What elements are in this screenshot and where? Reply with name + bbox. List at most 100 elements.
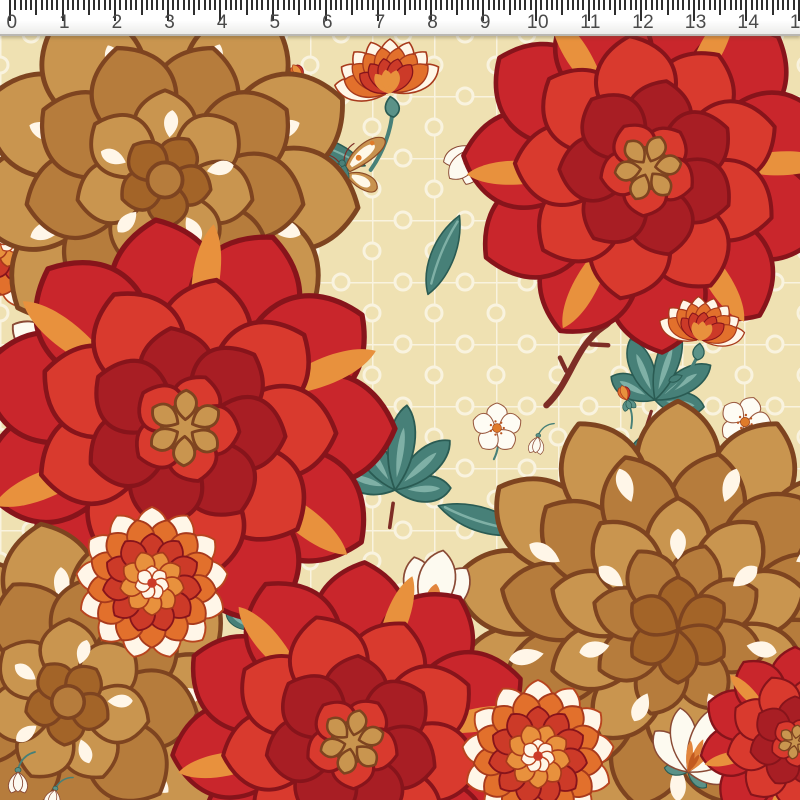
ruler-tick: [614, 0, 616, 15]
ruler-tick: [630, 0, 632, 10]
ruler-tick: [319, 0, 321, 10]
ruler-tick: [382, 0, 384, 10]
ruler-tick: [246, 0, 248, 15]
ruler-tick: [419, 0, 421, 10]
ruler-tick: [661, 0, 663, 10]
ruler-tick: [577, 0, 579, 10]
ruler-tick: [72, 0, 74, 10]
ruler-tick: [151, 0, 153, 10]
ruler-tick: [524, 0, 526, 10]
ruler-tick: [425, 0, 427, 10]
ruler-tick: [593, 0, 595, 10]
ruler-tick: [351, 0, 353, 15]
ruler-label: 7: [375, 13, 386, 32]
fabric-swatch-photo: 0123456789101112131415: [0, 0, 800, 800]
ruler-tick: [304, 0, 306, 10]
ruler-tick: [719, 0, 721, 15]
ruler-tick: [761, 0, 763, 10]
ruler-label: 8: [427, 13, 438, 32]
ruler-tick: [645, 0, 647, 10]
ruler-tick: [83, 0, 85, 10]
fabric-pattern: [0, 34, 800, 800]
ruler-tick: [393, 0, 395, 10]
ruler-tick: [735, 0, 737, 10]
ruler-tick: [561, 0, 563, 15]
ruler-label: 4: [217, 13, 228, 32]
ruler-tick: [656, 0, 658, 10]
ruler-tick: [488, 0, 490, 10]
ruler-tick: [361, 0, 363, 10]
ruler-tick: [146, 0, 148, 10]
ruler-tick: [256, 0, 258, 10]
ruler-tick: [51, 0, 53, 10]
ruler-tick: [162, 0, 164, 10]
ruler-tick: [793, 0, 795, 10]
ruler-tick: [556, 0, 558, 10]
ruler-tick: [251, 0, 253, 10]
ruler-tick: [756, 0, 758, 10]
ruler-tick: [414, 0, 416, 10]
ruler-tick: [309, 0, 311, 10]
ruler-tick: [88, 0, 90, 15]
ruler-tick: [519, 0, 521, 10]
ruler-tick: [782, 0, 784, 10]
ruler-tick: [672, 0, 674, 10]
ruler-tick: [135, 0, 137, 10]
ruler-tick: [624, 0, 626, 10]
ruler-tick: [35, 0, 37, 15]
ruler-label: 6: [322, 13, 333, 32]
ruler-tick: [572, 0, 574, 10]
ruler-tick: [724, 0, 726, 10]
ruler-tick: [225, 0, 227, 10]
ruler-tick: [677, 0, 679, 10]
ruler-tick: [540, 0, 542, 10]
ruler-tick: [156, 0, 158, 10]
ruler-tick: [56, 0, 58, 10]
ruler-tick: [740, 0, 742, 10]
ruler-tick: [204, 0, 206, 10]
ruler-label: 14: [737, 13, 759, 32]
ruler-label: 9: [480, 13, 491, 32]
ruler-tick: [209, 0, 211, 10]
ruler-tick: [177, 0, 179, 10]
ruler-tick: [730, 0, 732, 10]
ruler-tick: [698, 0, 700, 10]
ruler-tick: [509, 0, 511, 15]
ruler-tick: [77, 0, 79, 10]
ruler-tick: [709, 0, 711, 10]
ruler-tick: [598, 0, 600, 10]
ruler-tick: [388, 0, 390, 10]
ruler-label: 1: [59, 13, 70, 32]
ruler-tick: [772, 0, 774, 15]
ruler-tick: [551, 0, 553, 10]
ruler-tick: [682, 0, 684, 10]
ruler-tick: [330, 0, 332, 10]
ruler-tick: [283, 0, 285, 10]
ruler-tick: [240, 0, 242, 10]
ruler-tick: [404, 0, 406, 15]
ruler-tick: [456, 0, 458, 15]
ruler-label: 2: [112, 13, 123, 32]
ruler-tick: [235, 0, 237, 10]
ruler-tick: [787, 0, 789, 10]
ruler: 0123456789101112131415: [0, 0, 800, 36]
ruler-tick: [409, 0, 411, 10]
ruler-tick: [20, 0, 22, 10]
ruler-tick: [314, 0, 316, 10]
ruler-tick: [766, 0, 768, 10]
ruler-tick: [498, 0, 500, 10]
ruler-tick: [356, 0, 358, 10]
ruler-tick: [503, 0, 505, 10]
ruler-label: 10: [527, 13, 549, 32]
ruler-tick: [288, 0, 290, 10]
ruler-tick: [93, 0, 95, 10]
ruler-tick: [451, 0, 453, 10]
ruler-tick: [298, 0, 300, 15]
ruler-tick: [467, 0, 469, 10]
ruler-tick: [435, 0, 437, 10]
ruler-tick: [41, 0, 43, 10]
ruler-tick: [619, 0, 621, 10]
ruler-tick: [472, 0, 474, 10]
ruler-label: 15: [790, 13, 800, 32]
ruler-label: 13: [685, 13, 707, 32]
